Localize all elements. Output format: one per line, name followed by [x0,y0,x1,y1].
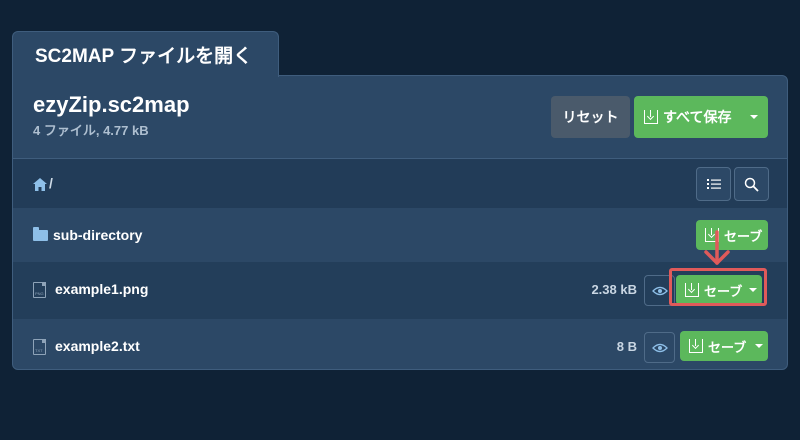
caret-down-icon [755,344,763,348]
list-view-button[interactable] [696,167,731,201]
archive-name: ezyZip.sc2map [33,92,190,117]
page-title-tab[interactable]: SC2MAP ファイルを開く [12,31,279,77]
save-all-label: すべて保存 [663,109,732,125]
eye-icon [651,286,668,295]
archive-panel: ezyZip.sc2map 4 ファイル, 4.77 kB リセット すべて保存… [12,75,788,370]
preview-button[interactable] [644,275,675,306]
download-icon [644,110,658,124]
breadcrumb-separator: / [49,175,53,191]
download-icon [685,283,699,297]
page-title: SC2MAP ファイルを開く [35,46,253,67]
save-all-button[interactable]: すべて保存 [634,96,768,138]
save-all-dropdown-toggle[interactable] [740,96,768,138]
list-item[interactable]: PNG example1.png 2.38 kB セーブ [13,262,787,319]
list-icon [706,179,721,189]
caret-down-icon [749,288,757,292]
file-ext: TXT [35,348,43,353]
archive-header: ezyZip.sc2map 4 ファイル, 4.77 kB リセット すべて保存 [13,76,787,158]
save-label: セーブ [708,339,747,355]
download-icon [689,339,703,353]
arrow-down-icon [704,230,730,265]
eye-icon [651,343,668,352]
item-name[interactable]: sub-directory [53,227,142,243]
list-item[interactable]: sub-directory セーブ [13,208,787,265]
save-dropdown-toggle[interactable] [744,275,762,305]
file-size: 2.38 kB [591,282,637,297]
reset-button[interactable]: リセット [551,96,630,138]
search-button[interactable] [734,167,769,201]
folder-icon [33,227,48,241]
file-size: 8 B [616,339,637,354]
save-button[interactable]: セーブ [676,275,762,305]
home-icon[interactable] [33,178,47,191]
txt-file-icon: TXT [33,339,46,355]
save-button[interactable]: セーブ [680,331,768,361]
save-all-main[interactable]: すべて保存 [634,96,740,138]
caret-down-icon [750,115,758,119]
item-name[interactable]: example1.png [55,281,148,297]
save-label: セーブ [704,283,743,299]
breadcrumb: / [13,158,787,208]
save-main[interactable]: セーブ [680,331,750,361]
preview-button[interactable] [644,332,675,363]
png-file-icon: PNG [33,282,46,298]
save-dropdown-toggle[interactable] [750,331,768,361]
list-item[interactable]: TXT example2.txt 8 B セーブ [13,319,787,369]
search-icon [744,177,759,192]
save-main[interactable]: セーブ [676,275,744,305]
file-ext: PNG [35,291,44,296]
archive-meta: 4 ファイル, 4.77 kB [33,123,149,138]
item-name[interactable]: example2.txt [55,338,140,354]
